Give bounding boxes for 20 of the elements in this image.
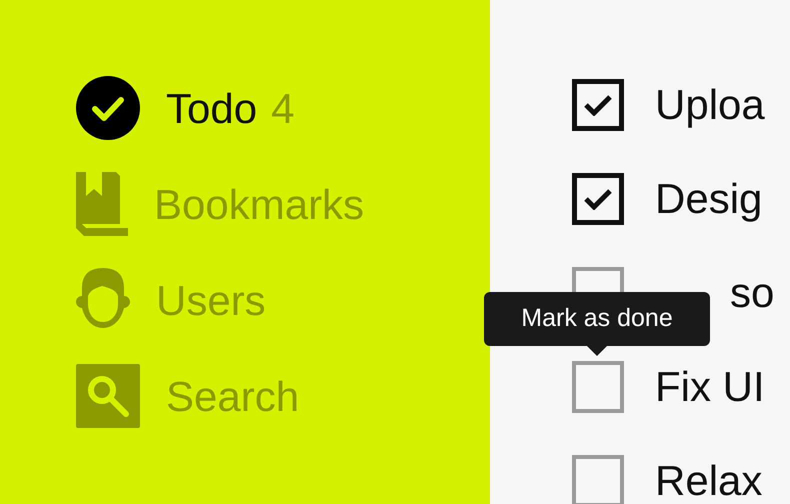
task-text: Uploa <box>655 84 765 126</box>
checkbox[interactable] <box>572 79 624 131</box>
check-icon <box>584 188 612 210</box>
tooltip: Mark as done <box>484 292 710 356</box>
task-text: so <box>730 272 774 314</box>
checkbox[interactable] <box>572 173 624 225</box>
check-icon <box>584 94 612 116</box>
book-icon <box>76 172 128 236</box>
checkbox[interactable] <box>572 455 624 504</box>
search-icon <box>76 364 140 428</box>
check-circle-icon <box>76 76 140 140</box>
sidebar-item[interactable]: Search <box>76 364 300 428</box>
task-text: Relax <box>655 460 762 502</box>
sidebar-item[interactable]: Bookmarks <box>76 172 364 236</box>
task-text: Desig <box>655 178 762 220</box>
sidebar-item[interactable]: Users <box>76 268 266 332</box>
item-count: 4 <box>271 84 294 134</box>
sidebar-item[interactable]: Todo 4 <box>76 76 294 140</box>
checkbox[interactable] <box>572 361 624 413</box>
task-text: Fix UI <box>655 366 765 408</box>
